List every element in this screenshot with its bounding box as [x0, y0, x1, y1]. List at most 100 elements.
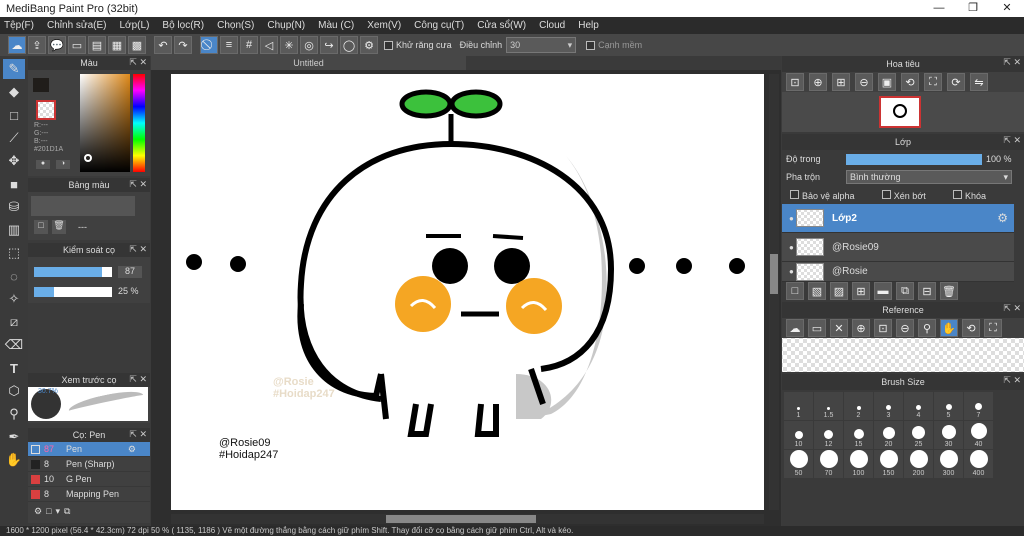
flip-icon[interactable]: ⇋	[970, 73, 988, 91]
menu-edit[interactable]: Chỉnh sửa(E)	[47, 20, 107, 31]
upload-icon[interactable]: ⇪	[28, 36, 46, 54]
text-tool-icon[interactable]: T	[3, 358, 25, 378]
protect-alpha-toggle[interactable]: Bảo vệ alpha	[790, 189, 855, 201]
layer-opacity-slider[interactable]	[846, 153, 982, 165]
panel-popout-icon[interactable]: ⇱ ✕	[129, 179, 147, 190]
line-tool-icon[interactable]: ⟋	[3, 128, 25, 148]
menu-layer[interactable]: Lớp(L)	[120, 20, 150, 31]
panel-popout-icon[interactable]: ⇱ ✕	[129, 374, 147, 385]
layout-icon[interactable]: ▦	[108, 36, 126, 54]
brush-size-cell[interactable]: 4	[904, 392, 934, 420]
menu-help[interactable]: Help	[578, 20, 599, 31]
snap-off-icon[interactable]: ⃠	[200, 36, 218, 54]
menu-tools[interactable]: Công cụ(T)	[414, 20, 464, 31]
brush-opacity-slider[interactable]	[34, 287, 112, 297]
navigator-preview[interactable]	[782, 92, 1024, 132]
select-eraser-tool-icon[interactable]: ⌫	[3, 335, 25, 355]
brush-size-cell[interactable]: 1	[784, 392, 814, 420]
color-swap-icon[interactable]: ●	[36, 160, 50, 169]
curve-snap-icon[interactable]: ↪	[320, 36, 338, 54]
folder-open-icon[interactable]: ▭	[808, 319, 826, 337]
new-folder-icon[interactable]: ▬	[874, 282, 892, 300]
parallel-snap-icon[interactable]: ≡	[220, 36, 238, 54]
brush-new-icon[interactable]: □	[46, 506, 51, 517]
menu-file[interactable]: Tệp(F)	[4, 20, 34, 31]
menu-filter[interactable]: Bộ lọc(R)	[162, 20, 204, 31]
menu-snap[interactable]: Chụp(N)	[267, 20, 305, 31]
eraser-tool-icon[interactable]: ◆	[3, 82, 25, 102]
gradient-tool-icon[interactable]: ▥	[3, 220, 25, 240]
menu-select[interactable]: Chọn(S)	[217, 20, 254, 31]
page-icon[interactable]: ▤	[88, 36, 106, 54]
brush-size-cell[interactable]: 300	[934, 450, 964, 478]
pen-tool-icon[interactable]: ✒	[3, 427, 25, 447]
hand-icon[interactable]: ✋	[940, 319, 958, 337]
circle-snap-icon[interactable]: ◎	[300, 36, 318, 54]
perspective-snap-icon[interactable]: ◁	[260, 36, 278, 54]
zoom-in-icon[interactable]: ⊕	[852, 319, 870, 337]
reference-canvas[interactable]	[782, 338, 1024, 372]
clipping-toggle[interactable]: Xén bớt	[881, 189, 926, 201]
brush-size-value[interactable]: 87	[118, 266, 142, 278]
vertical-scroll-thumb[interactable]	[770, 254, 778, 294]
delete-palette-icon[interactable]: 🗑	[52, 220, 66, 234]
foreground-color-swatch[interactable]	[33, 78, 49, 92]
brush-size-cell[interactable]: 10	[784, 421, 814, 449]
brush-item[interactable]: 10 G Pen	[28, 472, 150, 487]
zoom-fit-icon[interactable]: ⊡	[874, 319, 892, 337]
horizontal-scrollbar[interactable]	[171, 514, 764, 524]
close-button[interactable]: ✕	[990, 0, 1024, 17]
brush-item[interactable]: 8 Mapping Pen	[28, 487, 150, 502]
maximize-button[interactable]: ❐	[956, 0, 990, 17]
rotate-right-icon[interactable]: ⟳	[947, 73, 965, 91]
brush-size-cell[interactable]: 30	[934, 421, 964, 449]
brush-size-cell[interactable]: 150	[874, 450, 904, 478]
speech-bubble-icon[interactable]: 💬	[48, 36, 66, 54]
rectangle-tool-icon[interactable]: □	[3, 105, 25, 125]
brush-size-cell[interactable]: 15	[844, 421, 874, 449]
horizontal-scroll-thumb[interactable]	[386, 515, 536, 523]
fit-screen-icon[interactable]: ⛶	[984, 319, 1002, 337]
color-picker-handle[interactable]	[84, 154, 92, 162]
brush-copy-icon[interactable]: ⧉	[64, 506, 70, 517]
lock-toggle[interactable]: Khóa	[952, 189, 986, 201]
brush-size-cell[interactable]: 7	[964, 392, 994, 420]
operation-tool-icon[interactable]: ⬡	[3, 381, 25, 401]
panel-popout-icon[interactable]: ⇱ ✕	[1003, 303, 1021, 314]
eye-icon[interactable]: ●	[789, 214, 794, 223]
panel-popout-icon[interactable]: ⇱ ✕	[1003, 375, 1021, 386]
brush-size-cell[interactable]: 5	[934, 392, 964, 420]
zoom-window-icon[interactable]: ▣	[878, 73, 896, 91]
minimize-button[interactable]: —	[922, 0, 956, 17]
grid-snap-icon[interactable]: #	[240, 36, 258, 54]
antialias-toggle[interactable]: Khử răng cưa	[384, 40, 452, 50]
adjust-select[interactable]: 30 ▾	[506, 37, 577, 53]
panel-popout-icon[interactable]: ⇱ ✕	[1003, 135, 1021, 146]
ellipse-snap-icon[interactable]: ◯	[340, 36, 358, 54]
layer-row[interactable]: ● @Rosie	[782, 262, 1014, 282]
vertical-scrollbar[interactable]	[769, 74, 779, 510]
eye-icon[interactable]: ●	[789, 243, 794, 252]
add-layer-menu-icon[interactable]: ⊞	[852, 282, 870, 300]
zoom-in-icon[interactable]: ⊕	[809, 73, 827, 91]
dropper-icon[interactable]: ⚲	[918, 319, 936, 337]
brush-size-cell[interactable]: 200	[904, 450, 934, 478]
brush-size-cell[interactable]: 70	[814, 450, 844, 478]
new-layer-icon[interactable]: □	[786, 282, 804, 300]
duplicate-layer-icon[interactable]: ⧉	[896, 282, 914, 300]
brush-size-cell[interactable]: 400	[964, 450, 994, 478]
redo-icon[interactable]: ↷	[174, 36, 192, 54]
merge-down-icon[interactable]: ⊟	[918, 282, 936, 300]
panel-icon[interactable]: ▭	[68, 36, 86, 54]
brush-tool-icon[interactable]: ✎	[3, 59, 25, 79]
panel-popout-icon[interactable]: ⇱ ✕	[1003, 57, 1021, 68]
select-rect-tool-icon[interactable]: ⬚	[3, 243, 25, 263]
lasso-tool-icon[interactable]: ◌	[3, 266, 25, 286]
blend-mode-select[interactable]: Bình thường ▾	[846, 170, 1012, 184]
document-tab[interactable]: Untitled	[151, 56, 466, 70]
new-8bit-layer-icon[interactable]: ▨	[830, 282, 848, 300]
rotate-icon[interactable]: ⟲	[962, 319, 980, 337]
brush-size-slider[interactable]	[34, 267, 112, 277]
brush-size-cell[interactable]: 3	[874, 392, 904, 420]
fill-rect-tool-icon[interactable]: ■	[3, 174, 25, 194]
